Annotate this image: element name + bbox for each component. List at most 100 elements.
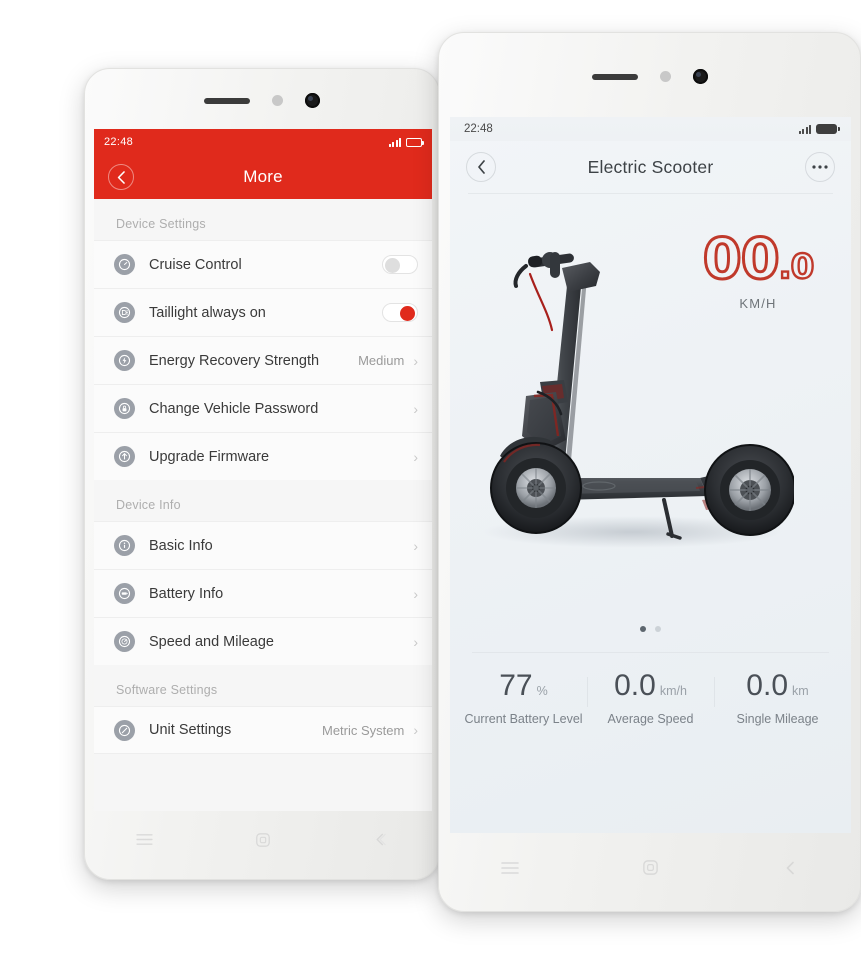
signal-bars-icon (388, 137, 401, 147)
settings-row-energy-recovery[interactable]: Energy Recovery Strength Medium › (94, 336, 432, 384)
proximity-sensor-icon (659, 71, 671, 82)
stat-value-group: 0.0 km/h (587, 671, 714, 701)
settings-row-label: Battery Info (149, 585, 224, 602)
speed-unit-label: KM/H (739, 296, 777, 311)
chevron-left-icon (477, 160, 485, 174)
stat-average-speed: 0.0 km/h Average Speed (587, 671, 714, 726)
menu-icon[interactable] (500, 861, 519, 880)
earpiece-speaker-icon (591, 73, 638, 80)
settings-row-cruise-control[interactable]: Cruise Control (94, 240, 432, 288)
left-phone-nav-bar (85, 819, 439, 865)
stat-value: 77 (499, 669, 533, 702)
unit-settings-icon (114, 719, 135, 741)
speed-value: 00.0 (693, 230, 823, 289)
settings-row-label: Basic Info (149, 537, 213, 554)
stat-unit: km/h (659, 684, 687, 698)
more-dots-icon (812, 165, 828, 169)
settings-row-value: Metric System (321, 722, 405, 738)
chevron-right-icon: › (413, 633, 418, 650)
settings-list: Device Settings Cruise Control Taillight… (94, 199, 432, 811)
stat-value: 0.0 (746, 669, 789, 702)
earpiece-speaker-icon (204, 97, 250, 104)
section-header-device-info: Device Info (116, 498, 181, 512)
right-phone-hardware-row (439, 69, 860, 84)
info-icon (114, 535, 135, 556)
stat-value-group: 0.0 km (714, 671, 841, 701)
stat-label: Current Battery Level (464, 712, 583, 726)
front-camera-icon (692, 69, 708, 84)
stat-value: 0.0 (614, 669, 656, 702)
left-app-bar: More (94, 155, 432, 199)
back-icon[interactable] (373, 832, 388, 852)
right-phone-device: 22:48 Electric Scooter 00.0 KM/H 77 % Cu… (438, 32, 861, 912)
settings-row-speed-mileage[interactable]: Speed and Mileage › (94, 617, 432, 665)
speed-integer: 00 (701, 227, 781, 292)
chevron-right-icon: › (413, 722, 418, 738)
chevron-right-icon: › (413, 585, 418, 602)
left-status-indicators (388, 137, 424, 147)
settings-row-label: Taillight always on (149, 304, 266, 321)
taillight-icon (114, 302, 135, 323)
right-phone-nav-bar (439, 845, 860, 895)
menu-icon[interactable] (136, 833, 153, 851)
chevron-right-icon: › (413, 448, 418, 465)
left-page-title: More (243, 167, 283, 186)
settings-row-change-password[interactable]: Change Vehicle Password › (94, 384, 432, 432)
battery-info-icon (114, 583, 135, 604)
chevron-left-icon (117, 170, 125, 184)
battery-icon (406, 137, 424, 147)
settings-row-label: Energy Recovery Strength (149, 352, 320, 369)
chevron-right-icon: › (413, 400, 418, 417)
page-dot-1[interactable] (640, 626, 646, 632)
lock-icon (114, 398, 135, 419)
settings-row-label: Change Vehicle Password (149, 400, 319, 417)
right-status-indicators (798, 124, 840, 134)
settings-row-label: Upgrade Firmware (149, 448, 270, 465)
taillight-toggle[interactable] (382, 303, 418, 322)
stats-row: 77% Current Battery Level 0.0 km/h Averag… (450, 653, 851, 727)
settings-row-basic-info[interactable]: Basic Info › (94, 521, 432, 569)
settings-row-taillight[interactable]: Taillight always on (94, 288, 432, 336)
right-phone-screen: 22:48 Electric Scooter 00.0 KM/H 77 % Cu… (450, 117, 851, 833)
chevron-right-icon: › (413, 537, 418, 554)
stat-single-mileage: 0.0 km Single Mileage (714, 671, 841, 726)
speed-decimal: .0 (777, 247, 815, 287)
stat-label: Average Speed (607, 712, 694, 726)
screenshot-stage: 22:48 More Device Settings Cruise Contro… (0, 0, 861, 960)
left-phone-frame: 22:48 More Device Settings Cruise Contro… (84, 68, 440, 880)
home-icon[interactable] (642, 859, 659, 881)
left-phone-hardware-row (85, 93, 439, 108)
page-indicator[interactable] (450, 626, 851, 632)
speedometer-display: 00.0 KM/H (693, 230, 823, 311)
energy-bolt-icon (114, 350, 135, 371)
settings-row-value: Medium (358, 353, 405, 368)
proximity-sensor-icon (272, 95, 283, 106)
cruise-control-toggle[interactable] (382, 255, 418, 274)
settings-row-unit-settings[interactable]: Unit Settings Metric System › (94, 706, 432, 754)
left-status-time: 22:48 (104, 136, 134, 148)
left-status-bar: 22:48 (94, 129, 432, 155)
stat-label: Single Mileage (736, 712, 819, 726)
front-camera-icon (305, 93, 320, 108)
settings-row-upgrade-firmware[interactable]: Upgrade Firmware › (94, 432, 432, 480)
more-options-button[interactable] (805, 152, 835, 182)
settings-row-battery-info[interactable]: Battery Info › (94, 569, 432, 617)
page-dot-2[interactable] (655, 626, 661, 632)
stat-current-battery-level: 77% Current Battery Level (460, 671, 587, 727)
left-phone-device: 22:48 More Device Settings Cruise Contro… (84, 68, 440, 880)
right-back-button[interactable] (466, 152, 496, 182)
section-header-software-settings: Software Settings (116, 683, 218, 697)
signal-bars-icon (798, 124, 811, 134)
left-back-button[interactable] (108, 164, 134, 190)
home-icon[interactable] (255, 832, 271, 853)
right-page-title: Electric Scooter (587, 156, 714, 177)
left-phone-screen: 22:48 More Device Settings Cruise Contro… (94, 129, 432, 811)
speedometer-icon (114, 631, 135, 652)
settings-row-label: Speed and Mileage (149, 633, 274, 650)
stat-unit: % (536, 684, 548, 698)
section-header-device-settings: Device Settings (116, 217, 206, 231)
right-status-time: 22:48 (464, 123, 493, 135)
settings-row-label: Cruise Control (149, 256, 242, 273)
stat-value-group: 77% (460, 671, 587, 701)
back-icon[interactable] (782, 860, 798, 881)
